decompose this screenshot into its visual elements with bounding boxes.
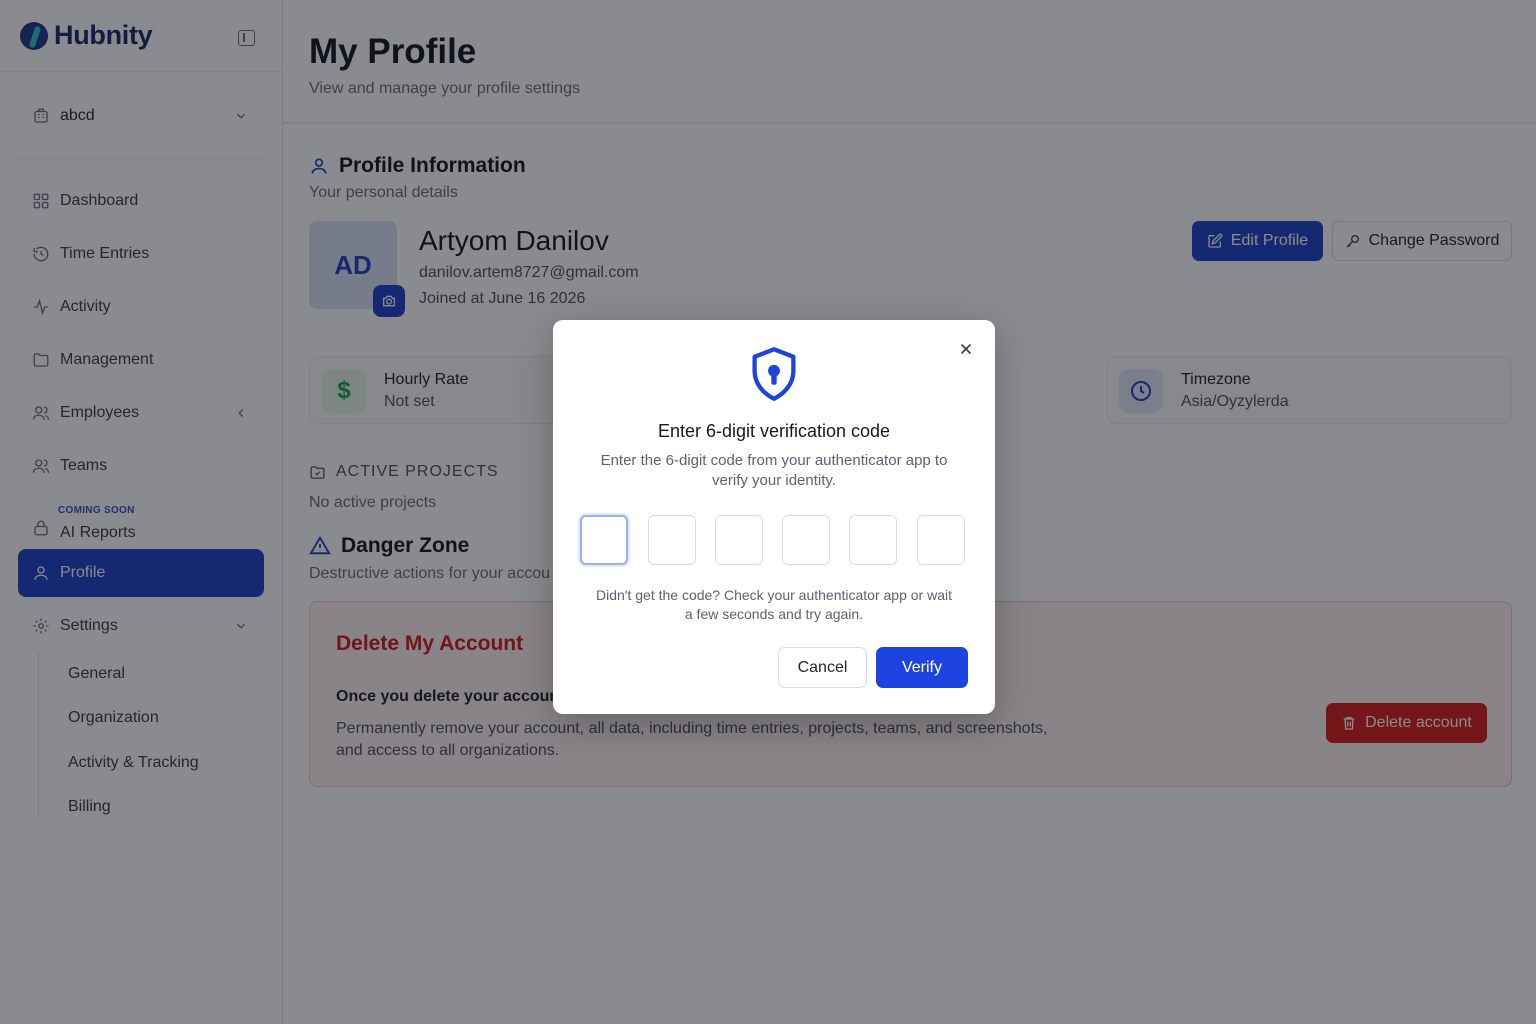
verification-modal: Enter 6-digit verification code Enter th… — [553, 320, 995, 714]
modal-hint: Didn't get the code? Check your authenti… — [596, 587, 952, 622]
shield-lock-icon — [748, 346, 800, 402]
otp-digit-1[interactable] — [580, 515, 628, 565]
close-icon[interactable] — [957, 340, 975, 358]
otp-digit-4[interactable] — [782, 515, 830, 565]
otp-digit-2[interactable] — [648, 515, 696, 565]
otp-digit-6[interactable] — [917, 515, 965, 565]
verify-button[interactable]: Verify — [876, 647, 968, 688]
modal-description: Enter the 6-digit code from your authent… — [600, 452, 948, 489]
cancel-button[interactable]: Cancel — [778, 647, 867, 688]
otp-digit-5[interactable] — [849, 515, 897, 565]
modal-title: Enter 6-digit verification code — [657, 421, 891, 441]
otp-digit-3[interactable] — [715, 515, 763, 565]
